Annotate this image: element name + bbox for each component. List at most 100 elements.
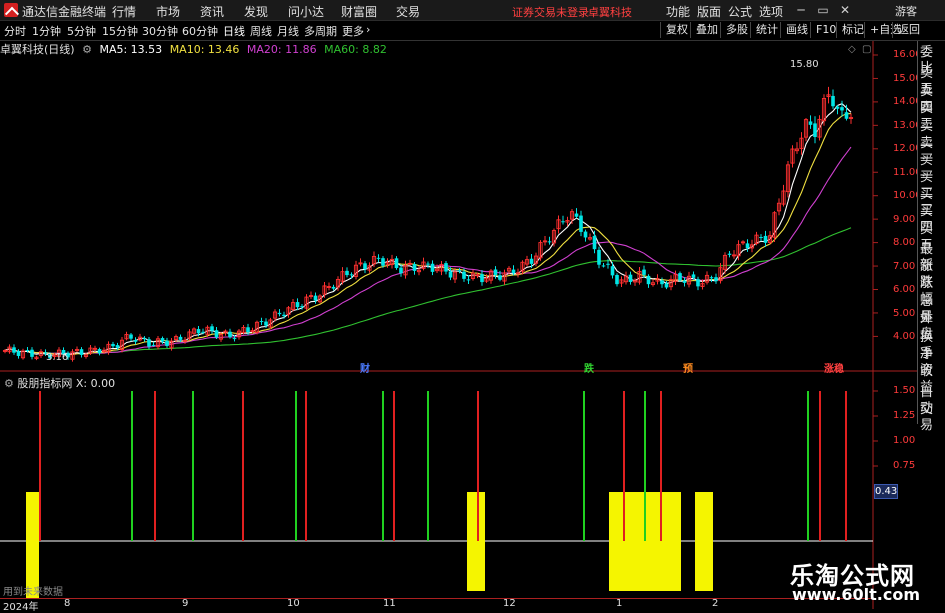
candle-body (426, 263, 430, 265)
indicator-title-text: 股朋指标网 X: 0.00 (17, 377, 116, 390)
candle-body (295, 302, 300, 308)
candle-body (561, 221, 565, 223)
candle-body (691, 274, 696, 278)
candle-body (412, 264, 417, 271)
candle-body (30, 349, 34, 357)
candle-body (376, 257, 381, 259)
indicator-title[interactable]: ⚙ 股朋指标网 X: 0.00 (4, 375, 115, 391)
candle-body (111, 343, 115, 347)
candle-body (160, 338, 165, 342)
candle-body (579, 215, 583, 232)
rp-trade[interactable]: 交易 (920, 402, 945, 434)
candle-body (430, 263, 435, 272)
ind-axis-125: 1.25 (893, 410, 916, 421)
date-feb: 2 (712, 598, 719, 609)
candle-body (498, 275, 502, 280)
candle-body (844, 112, 849, 119)
candle-body (709, 277, 714, 279)
marker-zhangwen[interactable]: 涨稳 (824, 360, 844, 375)
candle-body (394, 258, 399, 269)
candle-body (840, 107, 844, 111)
candle-body (115, 345, 120, 348)
marker-cai[interactable]: 财 (360, 360, 370, 375)
candle-body (16, 351, 21, 356)
candle-body (79, 349, 84, 355)
axis-7: 7.00 (893, 261, 916, 272)
candle-body (264, 321, 268, 326)
candle-body (448, 271, 453, 278)
candle-body (664, 283, 669, 288)
candle-body (331, 286, 336, 289)
signal-block (467, 492, 485, 591)
axis-9: 9.00 (893, 214, 916, 225)
marker-yu[interactable]: 预 (683, 360, 693, 375)
candle-body (399, 267, 403, 274)
high-price-label: 15.80 (790, 59, 819, 70)
ma10-line (4, 113, 852, 356)
candle-body (808, 121, 813, 125)
axis-8: 8.00 (893, 237, 916, 248)
candle-body (606, 263, 610, 265)
candle-body (214, 330, 219, 338)
candle-body (259, 321, 264, 323)
candle-body (444, 263, 448, 272)
candle-body (165, 340, 169, 346)
shrink-icon[interactable]: ▢ (862, 44, 871, 55)
ma20-line (4, 146, 852, 354)
diamond-icon[interactable]: ◇ (848, 44, 856, 55)
ind-axis-100: 1.00 (893, 435, 916, 446)
candle-body (615, 274, 619, 285)
ind-axis-075: 0.75 (893, 460, 916, 471)
candle-body (282, 314, 286, 317)
axis-5: 5.00 (893, 308, 916, 319)
signal-block (26, 492, 39, 541)
candle-body (300, 306, 304, 308)
candle-body (151, 344, 156, 346)
axis-4: 4.00 (893, 331, 916, 342)
candle-body (381, 258, 385, 266)
candle-body (511, 269, 516, 274)
candle-body (835, 106, 840, 109)
candle-body (682, 280, 687, 283)
candle-body (493, 269, 498, 276)
candle-body (583, 231, 588, 238)
low-price-label: 3.16 (46, 352, 69, 363)
candle-body (601, 265, 606, 267)
candle-body (129, 334, 133, 339)
candle-body (196, 329, 201, 334)
candle-body (363, 263, 367, 270)
candle-body (25, 350, 30, 352)
date-jan: 1 (616, 598, 623, 609)
candle-body (574, 213, 579, 217)
candle-body (610, 266, 615, 276)
date-axis (0, 598, 873, 610)
date-sep: 9 (182, 598, 189, 609)
candle-body (628, 274, 633, 282)
indicator-gear-icon[interactable]: ⚙ (4, 377, 14, 390)
kline-chart[interactable] (0, 0, 945, 609)
candle-body (831, 95, 835, 107)
candle-body (714, 277, 718, 282)
candle-body (178, 336, 183, 340)
ind-axis-150: 1.50 (893, 385, 916, 396)
candle-body (759, 237, 763, 239)
candle-body (12, 347, 16, 353)
date-aug: 8 (64, 598, 71, 609)
candle-body (763, 235, 768, 243)
candle-body (597, 249, 601, 265)
candle-body (457, 270, 462, 272)
marker-die[interactable]: 跌 (584, 360, 594, 375)
indicator-current-value: 0.43 (874, 484, 898, 499)
candle-body (313, 295, 318, 301)
candle-body (349, 274, 354, 276)
candle-body (277, 312, 282, 315)
date-2024: 2024年 (3, 602, 39, 613)
candle-body (642, 269, 646, 275)
candle-body (592, 235, 597, 250)
candle-body (529, 258, 534, 264)
candle-body (696, 279, 700, 287)
candle-body (142, 338, 147, 340)
axis-6: 6.00 (893, 284, 916, 295)
candle-body (210, 326, 214, 331)
candle-body (480, 274, 484, 283)
